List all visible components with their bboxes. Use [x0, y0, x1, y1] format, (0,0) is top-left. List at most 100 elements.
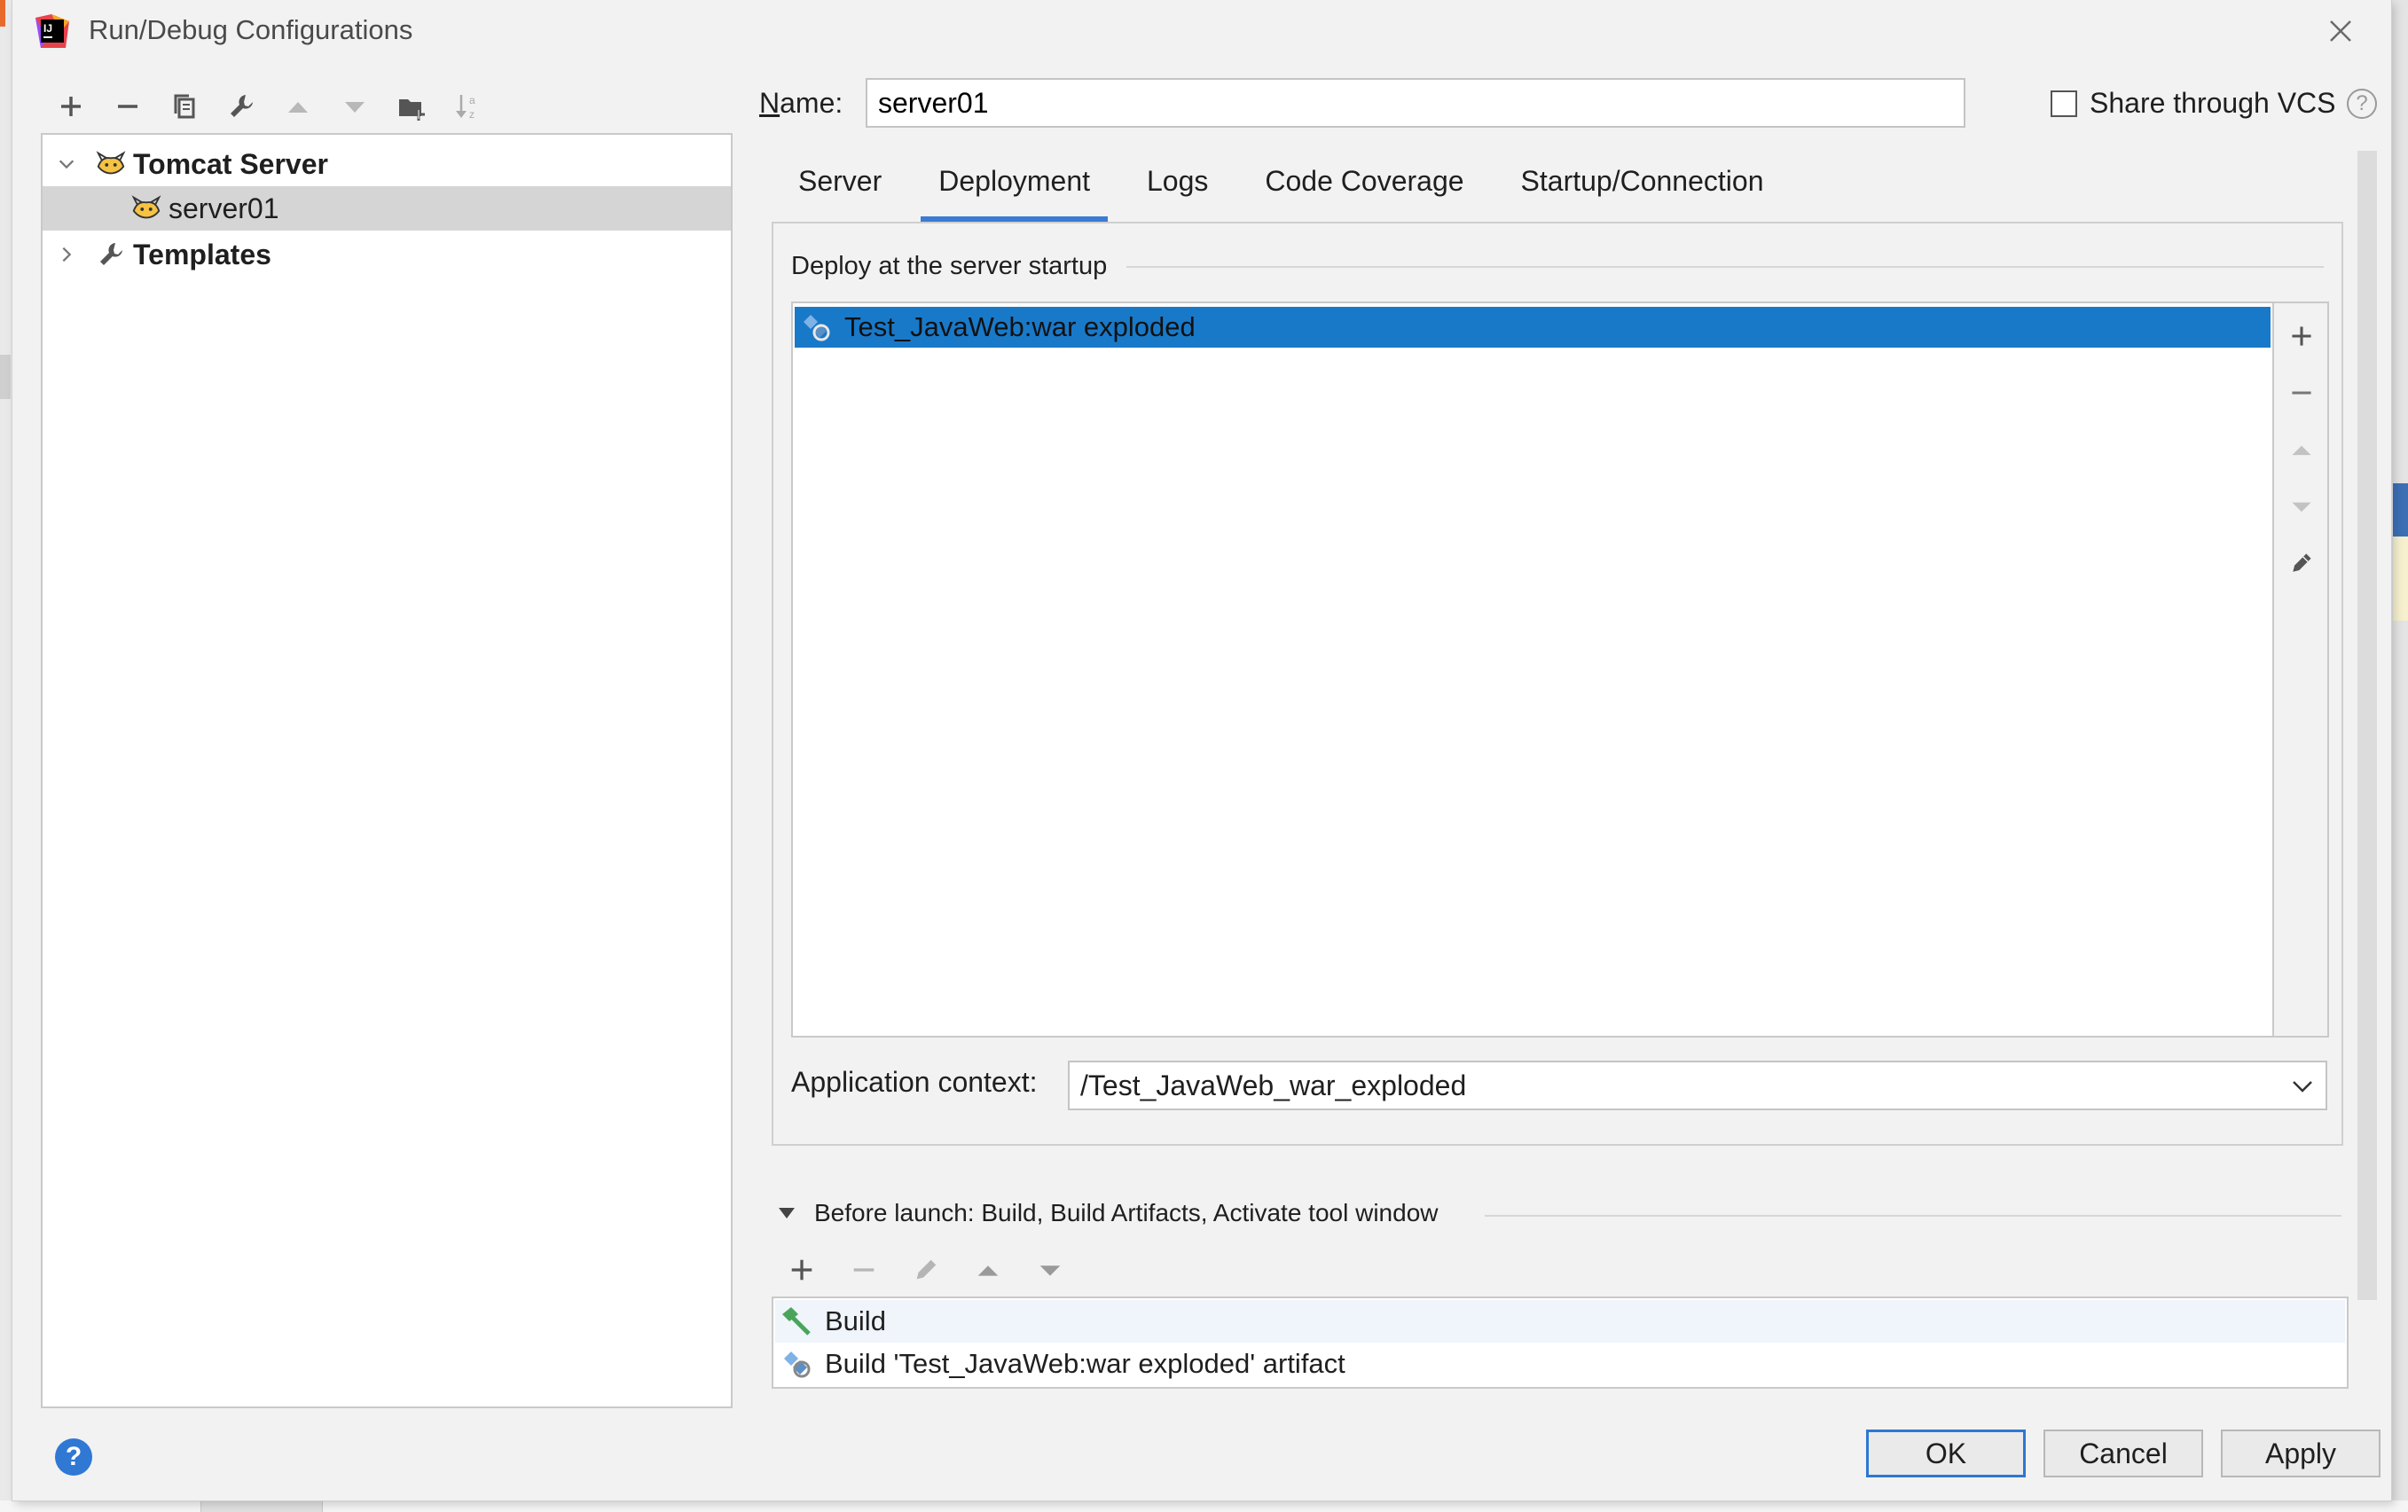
move-up-icon	[977, 1265, 999, 1276]
background-window-tab	[200, 1500, 323, 1512]
title-bar: IJ Run/Debug Configurations	[12, 0, 2391, 64]
copy-icon	[174, 94, 195, 119]
ok-button[interactable]: OK	[1866, 1430, 2026, 1477]
share-through-vcs-option[interactable]: Share through VCS	[2051, 87, 2336, 120]
separator	[1126, 266, 2324, 268]
background-window-fragment	[2393, 537, 2408, 621]
cancel-button[interactable]: Cancel	[2043, 1430, 2203, 1477]
move-artifact-up-button[interactable]	[2285, 433, 2318, 466]
remove-icon	[2292, 391, 2311, 395]
before-launch-label: Before launch: Build, Build Artifacts, A…	[814, 1199, 1439, 1226]
intellij-app-icon: IJ	[34, 12, 71, 50]
chevron-down-icon[interactable]	[53, 151, 80, 177]
add-task-button[interactable]	[782, 1250, 821, 1289]
edit-artifact-button[interactable]	[2285, 546, 2318, 580]
add-icon	[61, 97, 81, 116]
move-up-button[interactable]	[278, 87, 318, 126]
move-down-icon	[2292, 502, 2311, 513]
new-folder-icon	[399, 99, 425, 121]
remove-task-button[interactable]	[844, 1250, 883, 1289]
close-icon	[2330, 20, 2351, 42]
background-window-bottom-edge	[0, 1500, 2408, 1512]
move-down-icon	[345, 102, 365, 113]
before-launch-task-list: Build Build 'Test_JavaWeb:war exploded' …	[772, 1297, 2349, 1389]
remove-configuration-button[interactable]	[108, 87, 147, 126]
configuration-tabs: Server Deployment Logs Code Coverage Sta…	[772, 156, 1792, 222]
edit-icon	[916, 1259, 937, 1280]
svg-text:z: z	[469, 108, 475, 121]
task-row-build[interactable]: Build	[775, 1300, 2345, 1343]
tree-item-server01[interactable]: server01	[43, 186, 731, 231]
collapse-triangle-icon[interactable]	[777, 1203, 796, 1223]
hammer-icon	[780, 1305, 812, 1337]
help-button[interactable]: ?	[55, 1438, 92, 1476]
chevron-right-icon[interactable]	[53, 241, 80, 268]
remove-icon	[853, 1268, 875, 1272]
tomcat-icon	[129, 192, 163, 225]
add-artifact-button[interactable]	[2285, 319, 2318, 353]
background-window-left-edge	[0, 0, 12, 1512]
before-launch-header[interactable]: Before launch: Build, Build Artifacts, A…	[777, 1199, 1439, 1227]
tab-startup-connection[interactable]: Startup/Connection	[1493, 156, 1792, 222]
tab-code-coverage[interactable]: Code Coverage	[1236, 156, 1492, 222]
tree-item-tomcat-server[interactable]: Tomcat Server	[43, 142, 731, 186]
configurations-toolbar: az	[51, 87, 488, 126]
edit-task-button[interactable]	[906, 1250, 945, 1289]
move-up-icon	[288, 102, 308, 113]
artifact-list-toolbar	[2274, 302, 2329, 1038]
background-window-fragment	[0, 355, 11, 399]
task-row-build-artifact[interactable]: Build 'Test_JavaWeb:war exploded' artifa…	[775, 1343, 2345, 1385]
background-window-accent	[0, 0, 5, 27]
remove-artifact-button[interactable]	[2285, 376, 2318, 410]
vertical-scrollbar[interactable]	[2357, 151, 2377, 1300]
svg-text:IJ: IJ	[43, 22, 52, 35]
help-icon[interactable]: ?	[2347, 89, 2377, 119]
move-task-down-button[interactable]	[1031, 1250, 1070, 1289]
artifact-label: Test_JavaWeb:war exploded	[844, 311, 1196, 342]
move-down-button[interactable]	[335, 87, 374, 126]
tree-item-label: server01	[169, 192, 279, 224]
name-label-mnemonic: N	[759, 87, 780, 119]
move-task-up-button[interactable]	[969, 1250, 1008, 1289]
run-debug-configurations-dialog: IJ Run/Debug Configurations a z Tomcat S…	[12, 0, 2391, 1500]
tab-logs[interactable]: Logs	[1118, 156, 1236, 222]
move-up-icon	[2292, 445, 2311, 456]
wrench-icon	[231, 95, 253, 117]
background-window-accent	[2393, 483, 2408, 537]
tab-server[interactable]: Server	[772, 156, 910, 222]
artifact-row[interactable]: Test_JavaWeb:war exploded	[795, 307, 2271, 348]
wrench-icon	[94, 238, 128, 271]
sort-icon: az	[456, 94, 475, 121]
move-down-icon	[1039, 1265, 1061, 1276]
artifact-icon	[800, 311, 832, 343]
share-through-vcs-checkbox[interactable]	[2051, 90, 2077, 117]
close-button[interactable]	[2326, 16, 2356, 46]
name-label: Name:	[759, 87, 843, 120]
add-icon	[2292, 326, 2311, 346]
task-label: Build	[825, 1305, 886, 1336]
configuration-tree: Tomcat Server server01 Templates	[41, 133, 733, 1408]
new-folder-button[interactable]	[392, 87, 431, 126]
tree-item-label: Tomcat Server	[133, 147, 328, 180]
artifact-icon	[780, 1348, 812, 1380]
tab-deployment[interactable]: Deployment	[910, 156, 1118, 222]
sort-configurations-button[interactable]: az	[449, 87, 488, 126]
task-label: Build 'Test_JavaWeb:war exploded' artifa…	[825, 1348, 1345, 1379]
tomcat-icon	[94, 147, 128, 181]
name-field[interactable]	[866, 78, 1965, 128]
deploy-at-startup-header: Deploy at the server startup	[791, 252, 1108, 280]
application-context-dropdown[interactable]: /Test_JavaWeb_war_exploded	[1068, 1061, 2327, 1110]
edit-icon	[2293, 553, 2311, 572]
add-configuration-button[interactable]	[51, 87, 90, 126]
tree-item-templates[interactable]: Templates	[43, 232, 731, 277]
deployment-artifact-list: Test_JavaWeb:war exploded	[791, 302, 2274, 1038]
move-artifact-down-button[interactable]	[2285, 490, 2318, 523]
name-label-rest: ame:	[780, 87, 843, 119]
svg-text:a: a	[469, 94, 475, 106]
edit-defaults-button[interactable]	[222, 87, 261, 126]
separator	[1485, 1215, 2341, 1217]
chevron-down-icon	[2293, 1081, 2312, 1093]
copy-configuration-button[interactable]	[165, 87, 204, 126]
apply-button[interactable]: Apply	[2221, 1430, 2381, 1477]
application-context-label: Application context:	[791, 1066, 1038, 1098]
